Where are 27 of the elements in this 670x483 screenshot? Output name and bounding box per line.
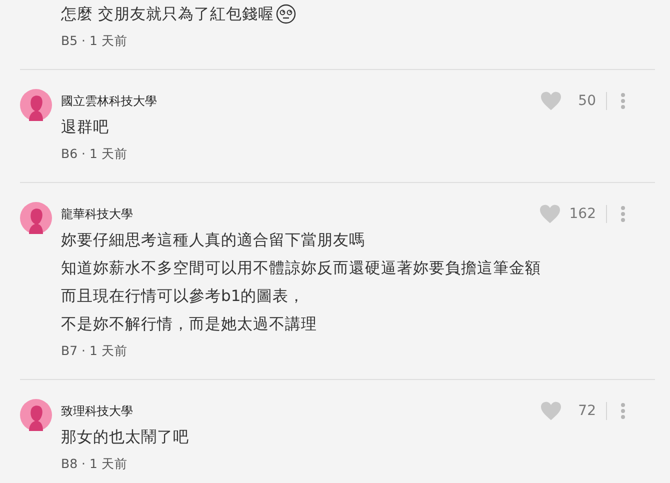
more-icon[interactable]	[621, 93, 625, 109]
comment-meta: B7 · 1 天前	[61, 342, 128, 360]
comment-meta: B5 · 1 天前	[61, 32, 128, 50]
heart-icon[interactable]	[540, 401, 562, 421]
avatar-icon[interactable]	[20, 202, 52, 234]
comment-text: 退群吧	[61, 117, 109, 138]
like-count: 162	[569, 206, 596, 222]
heart-icon[interactable]	[540, 91, 562, 111]
comment-text: 妳要仔細思考這種人真的適合留下當朋友嗎	[61, 230, 365, 251]
author-name: 龍華科技大學	[61, 206, 133, 222]
comment-text: 怎麼 交朋友就只為了紅包錢喔	[61, 4, 274, 25]
more-icon[interactable]	[621, 403, 625, 419]
comment-meta: B6 · 1 天前	[61, 145, 128, 163]
comment-text: 知道妳薪水不多空間可以用不體諒妳反而還硬逼著妳要負擔這筆金額	[61, 258, 541, 279]
more-icon[interactable]	[621, 206, 625, 222]
like-count: 72	[577, 403, 596, 419]
author-name: 國立雲林科技大學	[61, 92, 157, 110]
like-count: 50	[577, 93, 596, 109]
comment-text: 而且現在行情可以參考b1的圖表，	[61, 286, 305, 307]
comment-meta: B8 · 1 天前	[61, 455, 128, 473]
comment-text: 那女的也太鬧了吧	[61, 427, 189, 448]
author-name: 致理科技大學	[61, 402, 133, 420]
avatar-icon[interactable]	[20, 89, 52, 121]
avatar-icon[interactable]	[20, 399, 52, 431]
face-icon	[276, 4, 296, 24]
comment-text: 不是妳不解行情，而是她太過不講理	[61, 314, 317, 335]
heart-icon[interactable]	[539, 204, 562, 224]
